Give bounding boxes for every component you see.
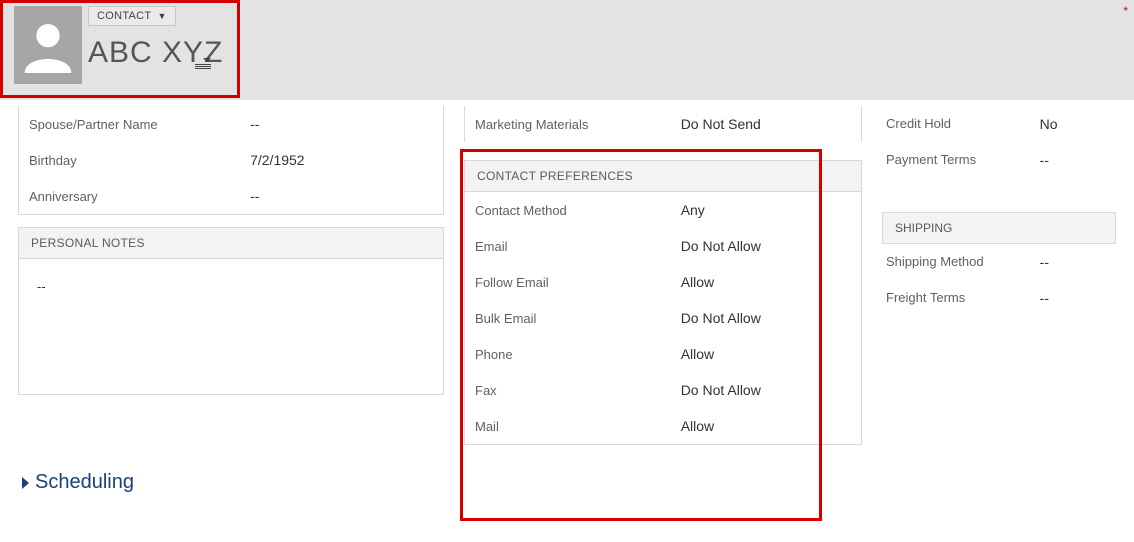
- field-row-payment-terms[interactable]: Payment Terms --: [882, 142, 1116, 178]
- entity-type-dropdown[interactable]: CONTACT ▼: [88, 6, 176, 26]
- field-value: Any: [681, 202, 705, 218]
- field-value: Do Not Send: [681, 116, 761, 132]
- personal-notes-heading: PERSONAL NOTES: [19, 228, 443, 259]
- field-label: Email: [475, 239, 681, 254]
- required-asterisk: *: [1123, 4, 1128, 18]
- field-row-contact-method[interactable]: Contact Method Any: [465, 192, 861, 228]
- field-value: --: [1040, 254, 1049, 270]
- field-label: Credit Hold: [886, 116, 1040, 132]
- field-value: 7/2/1952: [250, 152, 305, 168]
- billing-section: Credit Hold No Payment Terms --: [882, 106, 1116, 178]
- field-value: Do Not Allow: [681, 238, 761, 254]
- field-label: Fax: [475, 383, 681, 398]
- field-value: Allow: [681, 274, 714, 290]
- field-label: Spouse/Partner Name: [29, 117, 250, 132]
- field-label: Contact Method: [475, 203, 681, 218]
- field-row-credit-hold[interactable]: Credit Hold No: [882, 106, 1116, 142]
- field-row-spouse[interactable]: Spouse/Partner Name --: [19, 106, 443, 142]
- contact-preferences-heading: CONTACT PREFERENCES: [464, 160, 862, 192]
- shipping-section: Shipping Method -- Freight Terms --: [882, 244, 1116, 316]
- field-row-phone[interactable]: Phone Allow: [465, 336, 861, 372]
- field-row-freight-terms[interactable]: Freight Terms --: [882, 280, 1116, 316]
- personal-details-section: Spouse/Partner Name -- Birthday 7/2/1952…: [18, 106, 444, 215]
- field-row-email[interactable]: Email Do Not Allow: [465, 228, 861, 264]
- field-row-birthday[interactable]: Birthday 7/2/1952: [19, 142, 443, 178]
- name-more-menu-icon[interactable]: [195, 58, 211, 69]
- field-row-anniversary[interactable]: Anniversary --: [19, 178, 443, 214]
- field-label: Anniversary: [29, 189, 250, 204]
- entity-type-label: CONTACT: [97, 10, 151, 22]
- field-label: Phone: [475, 347, 681, 362]
- field-label: Freight Terms: [886, 290, 1040, 306]
- marketing-section: Marketing Materials Do Not Send: [464, 106, 862, 142]
- field-value: Allow: [681, 346, 714, 362]
- field-row-mail[interactable]: Mail Allow: [465, 408, 861, 444]
- field-row-shipping-method[interactable]: Shipping Method --: [882, 244, 1116, 280]
- field-label: Marketing Materials: [475, 117, 681, 132]
- field-value: Do Not Allow: [681, 382, 761, 398]
- field-label: Birthday: [29, 153, 250, 168]
- field-label: Bulk Email: [475, 311, 681, 326]
- field-value: --: [1040, 290, 1049, 306]
- shipping-heading: SHIPPING: [882, 212, 1116, 244]
- field-row-bulk-email[interactable]: Bulk Email Do Not Allow: [465, 300, 861, 336]
- personal-notes-section: PERSONAL NOTES --: [18, 227, 444, 395]
- contact-preferences-section: Contact Method Any Email Do Not Allow Fo…: [464, 192, 862, 445]
- field-row-marketing-materials[interactable]: Marketing Materials Do Not Send: [465, 106, 861, 142]
- field-value: Allow: [681, 418, 714, 434]
- field-value: No: [1040, 116, 1058, 132]
- field-label: Payment Terms: [886, 152, 1040, 168]
- field-label: Shipping Method: [886, 254, 1040, 270]
- field-label: Mail: [475, 419, 681, 434]
- field-value: --: [250, 116, 259, 132]
- scheduling-section-toggle[interactable]: Scheduling: [0, 471, 1134, 494]
- person-icon: [20, 17, 76, 73]
- field-value: Do Not Allow: [681, 310, 761, 326]
- personal-notes-value[interactable]: --: [19, 259, 443, 394]
- caret-down-icon: ▼: [157, 11, 166, 21]
- scheduling-label: Scheduling: [35, 471, 134, 494]
- record-header: * CONTACT ▼ ABC XYZ: [0, 0, 1134, 100]
- triangle-right-icon: [22, 477, 29, 489]
- contact-avatar[interactable]: [14, 6, 82, 84]
- field-value: --: [1040, 152, 1049, 168]
- field-row-fax[interactable]: Fax Do Not Allow: [465, 372, 861, 408]
- field-value: --: [250, 188, 259, 204]
- field-label: Follow Email: [475, 275, 681, 290]
- field-row-follow-email[interactable]: Follow Email Allow: [465, 264, 861, 300]
